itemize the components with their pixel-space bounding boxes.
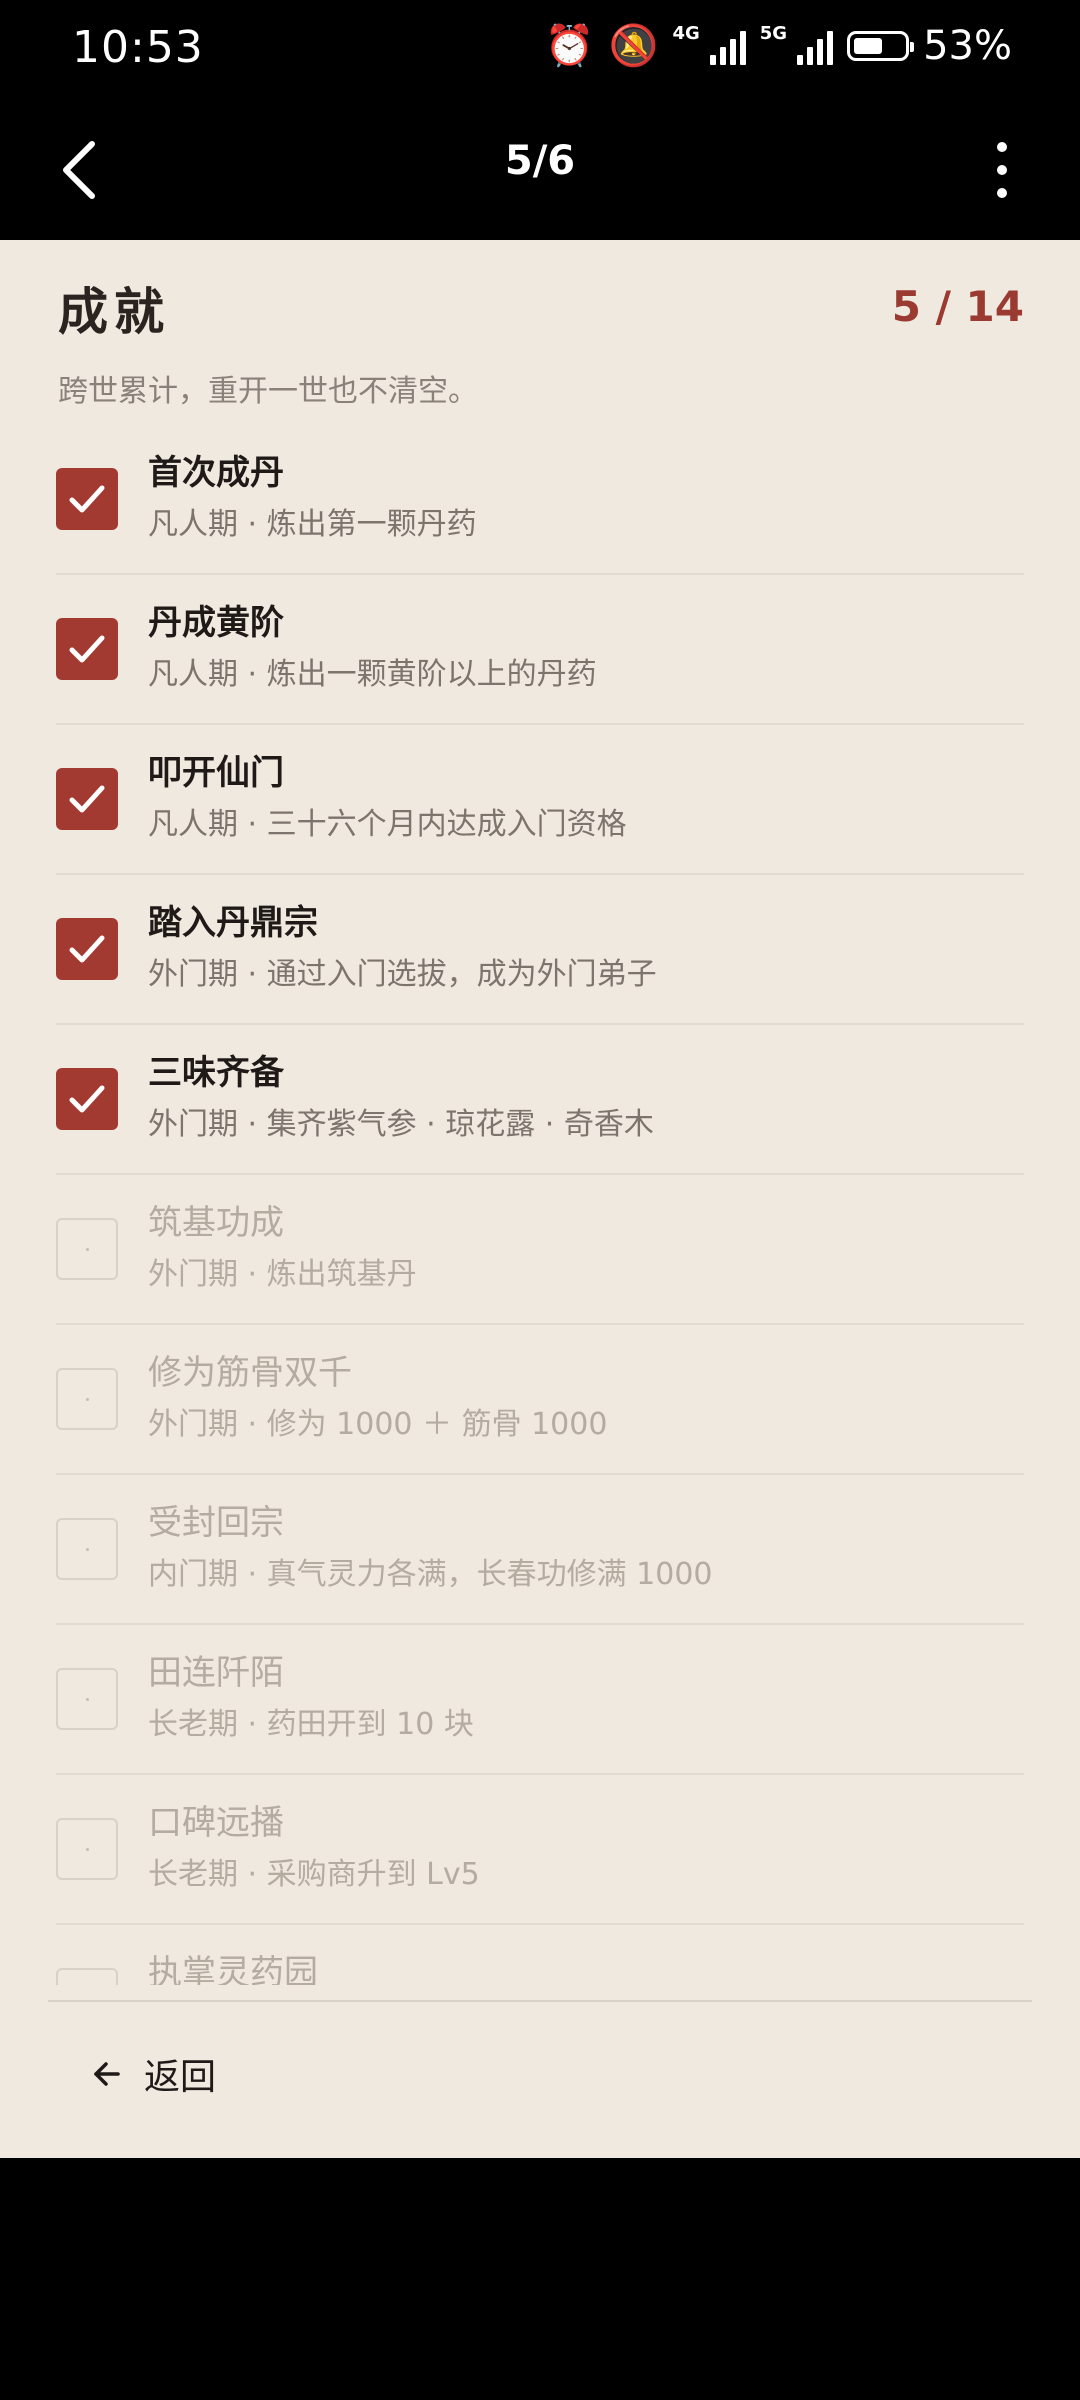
achievement-desc: 长老期 · 药田开到 10 块 bbox=[148, 1707, 474, 1742]
app-bar: 5/6 bbox=[0, 100, 1080, 240]
achievement-item: 三味齐备外门期 · 集齐紫气参 · 琼花露 · 奇香木 bbox=[56, 1025, 1024, 1175]
achievement-title: 丹成黄阶 bbox=[148, 603, 284, 643]
status-icons: ⏰ 🔕 4G 5G 53% bbox=[544, 22, 1012, 70]
achievement-item: 叩开仙门凡人期 · 三十六个月内达成入门资格 bbox=[56, 725, 1024, 875]
achievement-desc: 凡人期 · 炼出第一颗丹药 bbox=[148, 507, 477, 542]
achievement-title: 口碑远播 bbox=[148, 1803, 284, 1843]
achievement-list[interactable]: 首次成丹凡人期 · 炼出第一颗丹药丹成黄阶凡人期 · 炼出一颗黄阶以上的丹药叩开… bbox=[56, 425, 1024, 2158]
achievement-title: 首次成丹 bbox=[148, 453, 284, 493]
achievement-title: 踏入丹鼎宗 bbox=[148, 903, 318, 943]
checked-checkbox-icon bbox=[56, 618, 118, 680]
achievement-desc: 外门期 · 修为 1000 ＋ 筋骨 1000 bbox=[148, 1407, 608, 1442]
achievement-item: 丹成黄阶凡人期 · 炼出一颗黄阶以上的丹药 bbox=[56, 575, 1024, 725]
achievement-count: 5 / 14 bbox=[891, 282, 1024, 331]
arrow-left-icon bbox=[94, 2062, 120, 2086]
achievement-title: 田连阡陌 bbox=[148, 1653, 284, 1693]
achievement-title: 修为筋骨双千 bbox=[148, 1353, 352, 1393]
network-5g-label: 5G bbox=[759, 23, 788, 44]
achievement-item: 受封回宗内门期 · 真气灵力各满，长春功修满 1000 bbox=[56, 1475, 1024, 1625]
status-bar: 10:53 ⏰ 🔕 4G 5G 53% bbox=[0, 0, 1080, 100]
achievements-header: 成就 5 / 14 跨世累计，重开一世也不清空。 bbox=[58, 272, 1024, 410]
footer-bar: 返回 bbox=[48, 2000, 1032, 2158]
return-label: 返回 bbox=[144, 2057, 217, 2098]
achievement-desc: 凡人期 · 三十六个月内达成入门资格 bbox=[148, 807, 627, 842]
unchecked-checkbox-icon bbox=[56, 1218, 118, 1280]
achievement-item: 踏入丹鼎宗外门期 · 通过入门选拔，成为外门弟子 bbox=[56, 875, 1024, 1025]
achievements-panel: 成就 5 / 14 跨世累计，重开一世也不清空。 首次成丹凡人期 · 炼出第一颗… bbox=[0, 240, 1080, 2158]
panel-subtitle: 跨世累计，重开一世也不清空。 bbox=[58, 374, 478, 409]
unchecked-checkbox-icon bbox=[56, 1818, 118, 1880]
unchecked-checkbox-icon bbox=[56, 1518, 118, 1580]
achievement-desc: 长老期 · 采购商升到 Lv5 bbox=[148, 1857, 480, 1892]
achievement-item: 执掌灵药园 bbox=[56, 1925, 1024, 1985]
signal-icon bbox=[797, 27, 834, 65]
panel-title: 成就 bbox=[58, 283, 170, 341]
achievement-title: 执掌灵药园 bbox=[148, 1953, 318, 1985]
mute-bell-icon: 🔕 bbox=[608, 23, 659, 69]
achievement-title: 三味齐备 bbox=[148, 1053, 284, 1093]
checked-checkbox-icon bbox=[56, 768, 118, 830]
achievement-desc: 外门期 · 通过入门选拔，成为外门弟子 bbox=[148, 957, 657, 992]
return-button[interactable]: 返回 bbox=[92, 2048, 216, 2100]
achievement-title: 受封回宗 bbox=[148, 1503, 284, 1543]
checked-checkbox-icon bbox=[56, 1068, 118, 1130]
alarm-icon: ⏰ bbox=[544, 23, 595, 69]
battery-icon bbox=[847, 30, 915, 61]
achievement-title: 筑基功成 bbox=[148, 1203, 284, 1243]
unchecked-checkbox-icon bbox=[56, 1968, 118, 1985]
achievement-desc: 外门期 · 集齐紫气参 · 琼花露 · 奇香木 bbox=[148, 1107, 654, 1142]
checked-checkbox-icon bbox=[56, 918, 118, 980]
page-indicator: 5/6 bbox=[504, 138, 576, 184]
more-menu-icon[interactable] bbox=[960, 130, 1040, 210]
unchecked-checkbox-icon bbox=[56, 1368, 118, 1430]
achievement-item: 修为筋骨双千外门期 · 修为 1000 ＋ 筋骨 1000 bbox=[56, 1325, 1024, 1475]
checked-checkbox-icon bbox=[56, 468, 118, 530]
battery-percent: 53% bbox=[923, 22, 1012, 69]
navigation-area bbox=[0, 2158, 1080, 2400]
achievement-desc: 凡人期 · 炼出一颗黄阶以上的丹药 bbox=[148, 657, 597, 692]
achievement-item: 首次成丹凡人期 · 炼出第一颗丹药 bbox=[56, 425, 1024, 575]
unchecked-checkbox-icon bbox=[56, 1668, 118, 1730]
achievement-item: 筑基功成外门期 · 炼出筑基丹 bbox=[56, 1175, 1024, 1325]
achievement-list-scroll[interactable]: 首次成丹凡人期 · 炼出第一颗丹药丹成黄阶凡人期 · 炼出一颗黄阶以上的丹药叩开… bbox=[56, 425, 1024, 1985]
achievement-item: 口碑远播长老期 · 采购商升到 Lv5 bbox=[56, 1775, 1024, 1925]
achievement-desc: 内门期 · 真气灵力各满，长春功修满 1000 bbox=[148, 1557, 713, 1592]
signal-icon bbox=[709, 27, 746, 65]
achievement-desc: 外门期 · 炼出筑基丹 bbox=[148, 1257, 417, 1292]
network-4g-label: 4G bbox=[672, 23, 700, 44]
achievement-title: 叩开仙门 bbox=[148, 753, 284, 793]
clock: 10:53 bbox=[72, 22, 204, 73]
achievement-item: 田连阡陌长老期 · 药田开到 10 块 bbox=[56, 1625, 1024, 1775]
